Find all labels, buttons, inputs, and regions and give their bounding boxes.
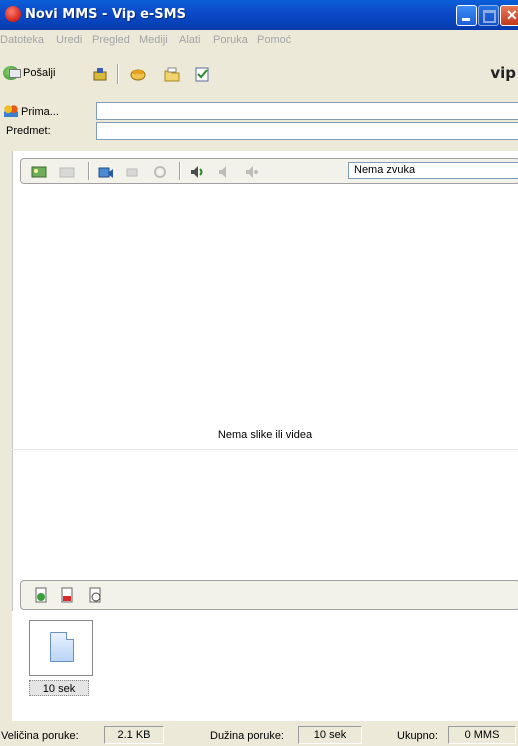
length-value: 10 sek — [298, 726, 362, 744]
menu-alati[interactable]: Alati — [179, 34, 200, 46]
total-value: 0 MMS — [448, 726, 516, 744]
add-sound-icon[interactable] — [189, 164, 205, 180]
sound-settings-icon[interactable] — [244, 164, 260, 180]
slide-timing-icon[interactable] — [87, 587, 103, 603]
recipients-input[interactable] — [96, 102, 518, 120]
window-title: Novi MMS - Vip e-SMS — [25, 7, 186, 22]
title-bar[interactable]: Novi MMS - Vip e-SMS — [0, 0, 518, 30]
menu-mediji[interactable]: Mediji — [139, 34, 168, 46]
size-value: 2.1 KB — [104, 726, 164, 744]
total-label: Ukupno: — [397, 730, 438, 742]
send-icon — [3, 66, 21, 80]
size-label: Veličina poruke: — [1, 730, 79, 742]
app-icon — [5, 6, 21, 22]
video-settings-icon[interactable] — [152, 164, 168, 180]
sound-field: Nema zvuka — [348, 162, 518, 179]
status-bar: Veličina poruke: 2.1 KB Dužina poruke: 1… — [0, 722, 518, 746]
document-icon — [50, 632, 74, 662]
subject-input[interactable] — [96, 122, 518, 140]
menu-datoteka[interactable]: Datoteka — [0, 34, 44, 46]
add-image-icon[interactable] — [31, 164, 47, 180]
toolbar-separator — [88, 162, 90, 180]
menu-uredi[interactable]: Uredi — [56, 34, 82, 46]
add-video-icon[interactable] — [98, 164, 114, 180]
slide-label: 10 sek — [29, 680, 89, 696]
toolbar-separator — [179, 162, 181, 180]
subject-label: Predmet: — [6, 125, 51, 137]
media-divider — [12, 449, 518, 450]
check-icon[interactable] — [194, 66, 210, 82]
main-toolbar: Pošalji vip — [0, 54, 518, 90]
minimize-button[interactable] — [456, 5, 477, 26]
no-media-text: Nema slike ili videa — [217, 429, 313, 441]
recipients-row: Prima... — [0, 101, 518, 123]
save-draft-icon[interactable] — [92, 66, 108, 82]
brand-logo: vip — [490, 64, 516, 82]
menu-poruka[interactable]: Poruka — [213, 34, 248, 46]
remove-slide-icon[interactable] — [59, 587, 75, 603]
remove-image-icon[interactable] — [59, 164, 75, 180]
length-label: Dužina poruke: — [210, 730, 284, 742]
address-book-icon[interactable] — [130, 66, 146, 82]
slide-toolbar — [20, 580, 518, 610]
media-editor[interactable] — [12, 151, 518, 611]
recipients-button[interactable]: Prima... — [4, 105, 59, 118]
menu-bar: Datoteka Uredi Pregled Mediji Alati Poru… — [0, 30, 518, 52]
menu-pomoc[interactable]: Pomoć — [257, 34, 291, 46]
slide-thumbnail[interactable] — [29, 620, 93, 676]
send-label: Pošalji — [23, 67, 56, 79]
toolbar-separator — [117, 64, 119, 84]
maximize-button[interactable] — [478, 5, 499, 26]
remove-video-icon[interactable] — [126, 164, 142, 180]
menu-pregled[interactable]: Pregled — [92, 34, 130, 46]
open-folder-icon[interactable] — [164, 66, 180, 82]
subject-row: Predmet: — [0, 121, 518, 143]
contacts-icon — [4, 105, 18, 117]
media-toolbar: Nema zvuka — [20, 158, 518, 184]
recipients-label: Prima... — [21, 106, 59, 118]
close-button[interactable] — [500, 5, 518, 26]
remove-sound-icon[interactable] — [217, 164, 233, 180]
add-slide-icon[interactable] — [33, 587, 49, 603]
